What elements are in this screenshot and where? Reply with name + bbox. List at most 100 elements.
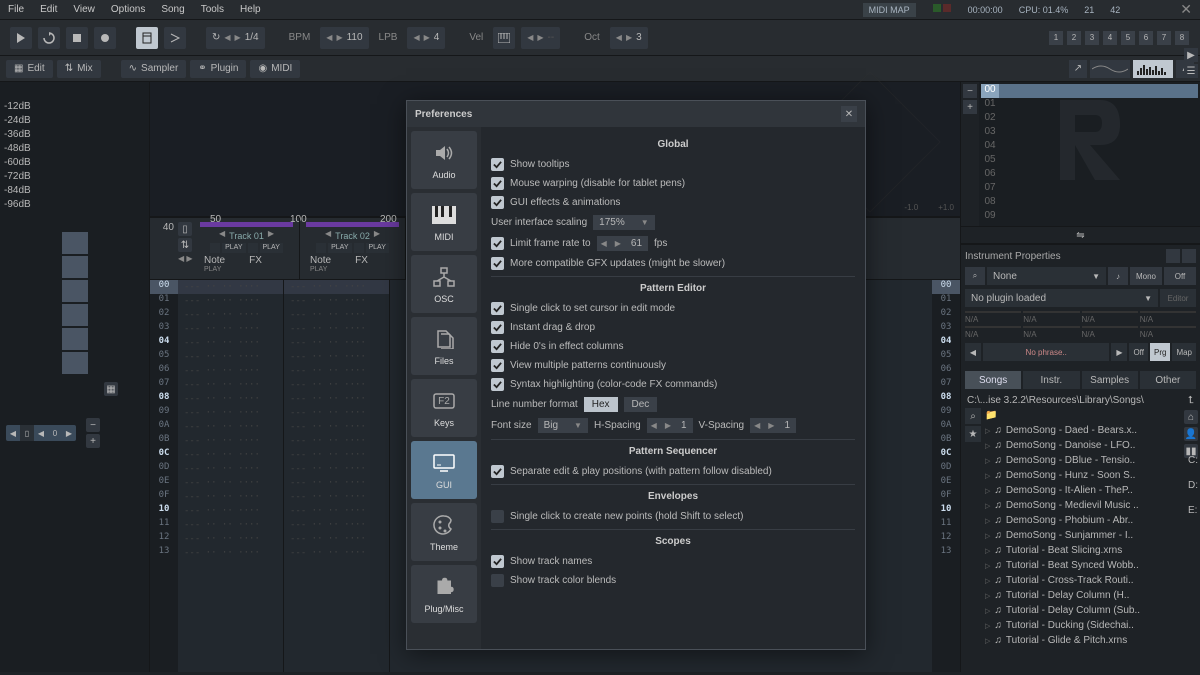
off-button[interactable]: Off (1164, 267, 1196, 285)
viewbtn-edit[interactable]: ▦Edit (6, 60, 53, 78)
phrase-display[interactable]: No phrase.. (983, 343, 1109, 361)
vel-keyboard-icon[interactable] (493, 27, 515, 49)
menu-view[interactable]: View (73, 4, 95, 15)
track-header-2[interactable]: ◀Track 02▶ PLAYPLAY NoteFX PLAY (300, 218, 406, 279)
seq-plus[interactable]: + (86, 434, 100, 448)
layout-icon-2[interactable] (1182, 249, 1196, 263)
browser-star-icon[interactable]: ★ (965, 426, 981, 442)
tab-samples[interactable]: Samples (1082, 371, 1138, 389)
chk-single-click-cursor[interactable] (491, 302, 504, 315)
phrase-prev[interactable]: ◀ (965, 343, 981, 361)
phrase-map[interactable]: Map (1172, 343, 1196, 361)
detach-button[interactable]: ↗ (1069, 60, 1087, 78)
tab-songs[interactable]: Songs (965, 371, 1021, 389)
next-arrow-icon[interactable]: ▶ (235, 33, 241, 42)
tab-audio[interactable]: Audio (411, 131, 477, 189)
track-header-1[interactable]: ◀Track 01▶ PLAYPLAY NoteFX PLAY (194, 218, 300, 279)
tab-theme[interactable]: Theme (411, 503, 477, 561)
tab-instr[interactable]: Instr. (1023, 371, 1079, 389)
bpm-control[interactable]: ◀▶ 110 (320, 27, 368, 49)
menu-edit[interactable]: Edit (40, 4, 57, 15)
vel-control[interactable]: ◀▶-- (521, 27, 560, 49)
inst-minus[interactable]: − (963, 84, 977, 98)
fr-user-icon[interactable]: 👤 (1184, 427, 1198, 441)
splitter-icon[interactable]: ⇋ (1076, 230, 1084, 241)
play-button[interactable] (10, 27, 32, 49)
file-item[interactable]: ▷♫Tutorial - Cross-Track Routi.. (985, 573, 1196, 588)
ui-scale-dropdown[interactable]: 175%▼ (593, 215, 655, 230)
viewbtn-sampler[interactable]: ∿Sampler (121, 60, 187, 78)
tab-plugmisc[interactable]: Plug/Misc (411, 565, 477, 623)
layout-icon-1[interactable] (1166, 249, 1180, 263)
fontsize-dropdown[interactable]: Big▼ (538, 418, 588, 433)
file-item[interactable]: ▷♫DemoSong - Sunjammer - I.. (985, 528, 1196, 543)
prev-arrow-icon[interactable]: ◀ (224, 33, 230, 42)
phrase-next[interactable]: ▶ (1111, 343, 1127, 361)
vspace-spinner[interactable]: ◀▶1 (750, 418, 796, 433)
edit-mode-button[interactable] (136, 27, 158, 49)
up-folder-icon[interactable]: ⮤ (1188, 395, 1194, 406)
chk-show-track-names[interactable] (491, 555, 504, 568)
viewbtn-midi[interactable]: ◉MIDI (250, 60, 300, 78)
record-button[interactable] (94, 27, 116, 49)
tab-other[interactable]: Other (1140, 371, 1196, 389)
file-item[interactable]: ▷♫Tutorial - Glide & Pitch.xrns (985, 633, 1196, 648)
file-item[interactable]: ▷♫DemoSong - Medievil Music .. (985, 498, 1196, 513)
preset-5[interactable]: 5 (1121, 31, 1135, 45)
file-item[interactable]: ▷♫Tutorial - Beat Synced Wobb.. (985, 558, 1196, 573)
seq-tool-1[interactable]: ▦ (104, 382, 118, 396)
file-item[interactable]: ▷♫Tutorial - Ducking (Sidechai.. (985, 618, 1196, 633)
chk-tooltips[interactable] (491, 158, 504, 171)
fr-home-icon[interactable]: ⌂ (1184, 410, 1198, 424)
chk-hide-zeros[interactable] (491, 340, 504, 353)
preset-2[interactable]: 2 (1067, 31, 1081, 45)
sequence-blocks[interactable] (62, 232, 88, 376)
chk-show-track-colors[interactable] (491, 574, 504, 587)
dialog-close-button[interactable]: ✕ (841, 106, 857, 122)
menu-song[interactable]: Song (161, 4, 184, 15)
preset-3[interactable]: 3 (1085, 31, 1099, 45)
midi-map-badge[interactable]: MIDI MAP (863, 3, 916, 17)
chk-sep-edit-play[interactable] (491, 465, 504, 478)
preset-7[interactable]: 7 (1157, 31, 1171, 45)
preset-6[interactable]: 6 (1139, 31, 1153, 45)
file-item[interactable]: ▷♫DemoSong - Danoise - LFO.. (985, 438, 1196, 453)
tab-osc[interactable]: OSC (411, 255, 477, 313)
inst-slot-08[interactable]: 08 (981, 196, 1198, 210)
chk-limit-fps[interactable] (491, 237, 504, 250)
file-item[interactable]: ▷♫DemoSong - Daed - Bears.x.. (985, 423, 1196, 438)
drive-c[interactable]: C: (1188, 455, 1198, 466)
drive-d[interactable]: D: (1188, 480, 1198, 491)
hspace-spinner[interactable]: ◀▶1 (647, 418, 693, 433)
phrase-prg[interactable]: Prg (1150, 343, 1170, 361)
chk-instant-dd[interactable] (491, 321, 504, 334)
preset-8[interactable]: 8 (1175, 31, 1189, 45)
loop-button[interactable] (38, 27, 60, 49)
scale-dropdown[interactable]: None▼ (987, 267, 1106, 285)
spectrum-preview[interactable] (1133, 60, 1173, 78)
file-item[interactable]: ▷♫DemoSong - DBlue - Tensio.. (985, 453, 1196, 468)
plugin-dropdown[interactable]: No plugin loaded▼ (965, 289, 1158, 307)
chk-syntax-hl[interactable] (491, 378, 504, 391)
fr-play-icon[interactable]: ▶ (1184, 48, 1198, 62)
track-tool-b[interactable]: ⇅ (178, 238, 192, 252)
file-item[interactable]: ▷♫DemoSong - It-Alien - TheP.. (985, 483, 1196, 498)
oct-control[interactable]: ◀▶ 3 (610, 27, 648, 49)
menu-tools[interactable]: Tools (201, 4, 224, 15)
tab-files[interactable]: Files (411, 317, 477, 375)
folder-item[interactable]: 📁 (985, 408, 1196, 423)
browser-search-icon[interactable]: ⌕ (965, 408, 981, 424)
fr-list-icon[interactable]: ☰ (1184, 64, 1198, 78)
file-item[interactable]: ▷♫DemoSong - Hunz - Soon S.. (985, 468, 1196, 483)
mono-button[interactable]: Mono (1130, 267, 1162, 285)
fps-spinner[interactable]: ◀▶61 (597, 236, 648, 251)
search-icon[interactable]: ⌕ (965, 267, 985, 285)
preset-4[interactable]: 4 (1103, 31, 1117, 45)
inst-slot-09[interactable]: 09 (981, 210, 1198, 224)
seq-minus[interactable]: − (86, 418, 100, 432)
file-list[interactable]: 📁 ▷♫DemoSong - Daed - Bears.x..▷♫DemoSon… (985, 408, 1196, 672)
linefmt-dec[interactable]: Dec (624, 397, 658, 412)
tab-keys[interactable]: F2Keys (411, 379, 477, 437)
file-item[interactable]: ▷♫Tutorial - Beat Slicing.xrns (985, 543, 1196, 558)
chk-compat-gfx[interactable] (491, 257, 504, 270)
